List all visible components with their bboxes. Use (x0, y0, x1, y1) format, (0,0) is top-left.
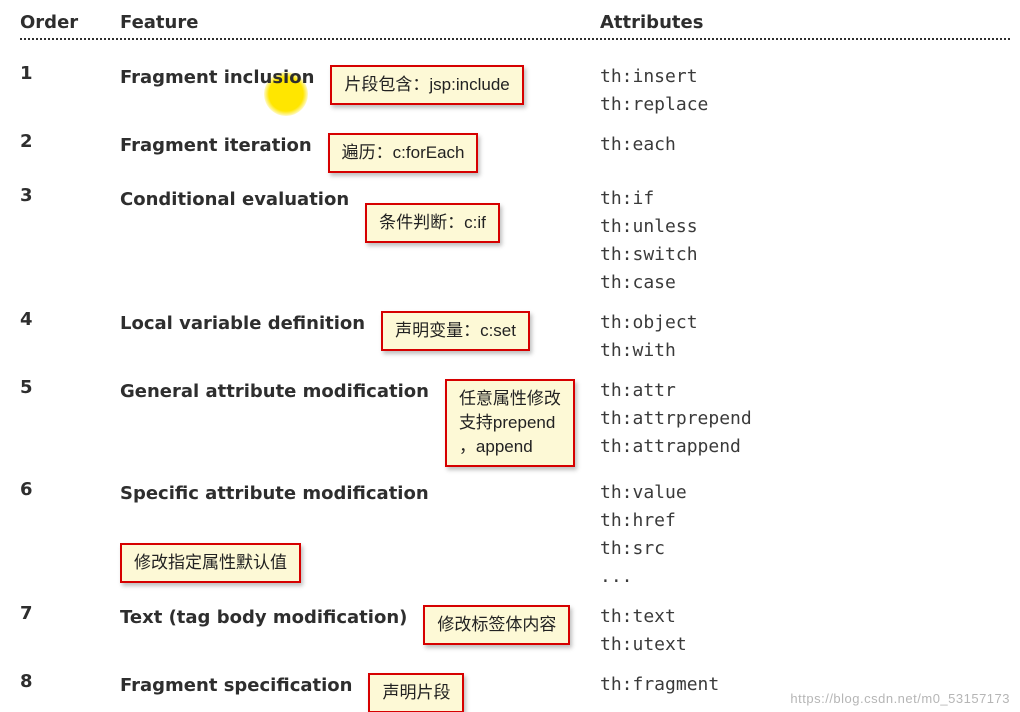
page: Order Feature Attributes 1 Fragment incl… (0, 0, 1020, 712)
annotation-box: 任意属性修改 支持prepend ，append (445, 379, 575, 467)
attrs-cell: th:text th:utext 转义特殊字符 不转义特殊字符 (600, 595, 1010, 663)
feature-name: Fragment specification (120, 671, 352, 696)
attrs-cell: th:attr th:attrprepend th:attrappend (600, 369, 1010, 471)
attr-item: th:unless (600, 213, 1010, 241)
feature-cell: Fragment specification 声明片段 (120, 663, 600, 712)
annotation-box: 遍历：c:forEach (328, 133, 479, 173)
feature-cell: General attribute modification 任意属性修改 支持… (120, 369, 600, 471)
attrs-cell: th:each (600, 123, 1010, 177)
header-divider (20, 38, 1010, 40)
attr-item: th:switch (600, 241, 1010, 269)
feature-cell: Conditional evaluation 条件判断：c:if (120, 177, 600, 301)
feature-cell: Fragment iteration 遍历：c:forEach (120, 123, 600, 177)
attr-item: th:href (600, 507, 1010, 535)
attrs-cell: th:value th:href th:src ... (600, 471, 1010, 595)
attr-item: th:case (600, 269, 1010, 297)
watermark: https://blog.csdn.net/m0_53157173 (790, 691, 1010, 706)
attrs-cell: th:insert th:replace (600, 55, 1010, 123)
attr-item: th:attrprepend (600, 405, 1010, 433)
header-order: Order (20, 8, 120, 41)
attr-item: th:text (600, 603, 1010, 631)
precedence-table: Order Feature Attributes (20, 0, 1020, 41)
table-body: 1 Fragment inclusion 片段包含：jsp:include th… (20, 41, 1020, 712)
attr-item: th:if (600, 185, 1010, 213)
attr-item: th:replace (600, 91, 1010, 119)
attrs-cell: th:object th:with (600, 301, 1010, 369)
feature-cell: Text (tag body modification) 修改标签体内容 (120, 595, 600, 663)
order-cell: 4 (20, 301, 120, 369)
order-cell: 5 (20, 369, 120, 471)
feature-name: General attribute modification (120, 377, 429, 402)
annotation-box: 修改标签体内容 (423, 605, 570, 645)
feature-cell: Fragment inclusion 片段包含：jsp:include (120, 55, 600, 123)
attr-item: th:with (600, 337, 1010, 365)
order-cell: 8 (20, 663, 120, 712)
annotation-box: 声明片段 (368, 673, 464, 712)
attr-item: th:src (600, 535, 1010, 563)
attr-item: th:insert (600, 63, 1010, 91)
attrs-cell: th:if th:unless th:switch th:case (600, 177, 1010, 301)
header-feature: Feature (120, 8, 600, 41)
order-cell: 6 (20, 471, 120, 595)
annotation-box: 声明变量：c:set (381, 311, 530, 351)
annotation-box: 修改指定属性默认值 (120, 543, 301, 583)
order-cell: 1 (20, 55, 120, 123)
attr-item: th:object (600, 309, 1010, 337)
annotation-box: 条件判断：c:if (365, 203, 500, 243)
attr-item: th:attr (600, 377, 1010, 405)
feature-name: Fragment inclusion (120, 63, 314, 88)
feature-name: Specific attribute modification (120, 479, 429, 504)
attr-item: th:utext (600, 631, 1010, 659)
header-attributes: Attributes (600, 8, 1010, 41)
order-cell: 7 (20, 595, 120, 663)
attr-item: ... (600, 563, 1010, 591)
feature-cell: Specific attribute modification 修改指定属性默认… (120, 471, 600, 595)
feature-cell: Local variable definition 声明变量：c:set (120, 301, 600, 369)
feature-name: Text (tag body modification) (120, 603, 407, 628)
attr-item: th:each (600, 131, 1010, 159)
attr-item: th:value (600, 479, 1010, 507)
order-cell: 3 (20, 177, 120, 301)
order-cell: 2 (20, 123, 120, 177)
attr-item: th:attrappend (600, 433, 1010, 461)
feature-name: Fragment iteration (120, 131, 312, 156)
feature-name: Conditional evaluation (120, 185, 349, 210)
feature-name: Local variable definition (120, 309, 365, 334)
annotation-box: 片段包含：jsp:include (330, 65, 523, 105)
